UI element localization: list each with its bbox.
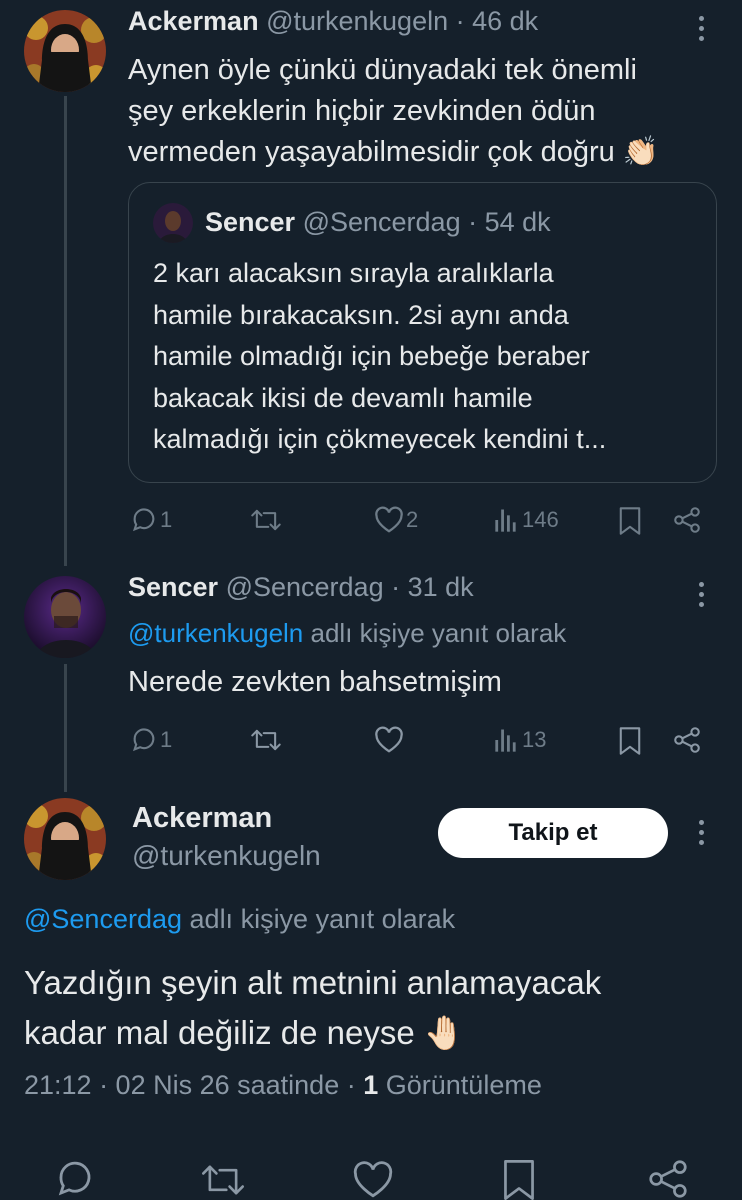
retweet-icon	[200, 1160, 246, 1200]
share-icon	[646, 1158, 690, 1200]
reply-context: @Sencerdag adlı kişiye yanıt olarak	[24, 904, 455, 935]
like-button[interactable]: 2	[374, 506, 418, 534]
avatar[interactable]	[24, 798, 106, 880]
timestamp[interactable]: · 31 dk	[391, 572, 474, 602]
like-icon	[374, 726, 404, 754]
tweet2-header: Sencer @Sencerdag · 31 dk	[128, 572, 474, 603]
views-icon	[494, 506, 520, 534]
retweet-icon	[250, 726, 282, 754]
reply-icon	[54, 1158, 96, 1200]
tweet-timestamp[interactable]: 21:12 · 02 Nis 26 saatinde ·	[24, 1070, 356, 1100]
author-name[interactable]: Sencer	[128, 572, 218, 602]
bookmark-icon	[618, 726, 642, 756]
follow-button[interactable]: Takip et	[438, 808, 668, 858]
quoted-tweet[interactable]: Sencer @Sencerdag · 54 dk 2 karı alacaks…	[128, 182, 717, 483]
thread-line	[64, 96, 67, 566]
more-icon[interactable]	[696, 582, 706, 612]
reply-to-label: adlı kişiye yanıt olarak	[310, 618, 567, 648]
views-count: 146	[522, 507, 559, 532]
quote-header: Sencer @Sencerdag · 54 dk	[205, 207, 551, 238]
bookmark-button[interactable]	[618, 726, 642, 756]
avatar[interactable]	[24, 10, 106, 92]
tweet1-header: Ackerman @turkenkugeln · 46 dk	[128, 6, 538, 37]
bookmark-button[interactable]	[618, 506, 642, 536]
reply-context: @turkenkugeln adlı kişiye yanıt olarak	[128, 618, 566, 649]
bookmark-button[interactable]	[502, 1158, 536, 1200]
quote-avatar	[153, 203, 193, 243]
tweet-text: Nerede zevkten bahsetmişim	[128, 666, 502, 698]
tweet-meta: 21:12 · 02 Nis 26 saatinde · 1 Görüntüle…	[24, 1070, 542, 1101]
retweet-button[interactable]	[200, 1160, 246, 1200]
reply-button[interactable]	[54, 1158, 96, 1200]
quote-timestamp: · 54 dk	[468, 207, 551, 237]
main-tweet-text: Yazdığın şeyin alt metnini anlamayacak k…	[24, 964, 602, 1051]
more-icon[interactable]	[696, 16, 706, 46]
share-icon	[672, 726, 702, 754]
views-button[interactable]: 146	[494, 506, 559, 534]
quote-author-name: Sencer	[205, 207, 296, 237]
quote-text: 2 karı alacaksın sırayla aralıklarla ham…	[153, 258, 607, 454]
timestamp[interactable]: · 46 dk	[456, 6, 539, 36]
retweet-button[interactable]	[250, 726, 282, 754]
like-button[interactable]	[374, 726, 404, 754]
reply-to-link[interactable]: @Sencerdag	[24, 904, 182, 934]
views-count: 13	[522, 727, 547, 752]
views-icon	[494, 726, 520, 754]
tweet-text: Aynen öyle çünkü dünyadaki tek önemli şe…	[128, 54, 659, 168]
like-button[interactable]	[352, 1160, 394, 1200]
reply-to-link[interactable]: @turkenkugeln	[128, 618, 303, 648]
reply-icon	[130, 726, 158, 754]
reply-count: 1	[160, 507, 173, 532]
share-icon	[672, 506, 702, 534]
reply-to-label: adlı kişiye yanıt olarak	[189, 904, 456, 934]
thread-line	[64, 664, 67, 792]
more-icon[interactable]	[696, 820, 706, 850]
like-icon	[374, 506, 404, 534]
author-name[interactable]: Ackerman	[128, 6, 259, 36]
share-button[interactable]	[672, 506, 702, 534]
retweet-button[interactable]	[250, 506, 282, 534]
quote-author-handle: @Sencerdag	[302, 207, 461, 237]
reply-button[interactable]: 1	[130, 506, 172, 534]
retweet-icon	[250, 506, 282, 534]
reply-icon	[130, 506, 158, 534]
view-label: Görüntüleme	[385, 1070, 542, 1100]
like-count: 2	[406, 507, 419, 532]
author-name[interactable]: Ackerman	[132, 802, 272, 835]
view-count: 1	[363, 1070, 379, 1100]
bookmark-icon	[502, 1158, 536, 1200]
bookmark-icon	[618, 506, 642, 536]
share-button[interactable]	[672, 726, 702, 754]
reply-count: 1	[160, 727, 173, 752]
views-button[interactable]: 13	[494, 726, 546, 754]
author-handle[interactable]: @Sencerdag	[226, 572, 384, 602]
avatar[interactable]	[24, 576, 106, 658]
reply-button[interactable]: 1	[130, 726, 172, 754]
author-handle[interactable]: @turkenkugeln	[266, 6, 448, 36]
author-handle[interactable]: @turkenkugeln	[132, 840, 321, 872]
like-icon	[352, 1160, 394, 1200]
share-button[interactable]	[646, 1158, 690, 1200]
